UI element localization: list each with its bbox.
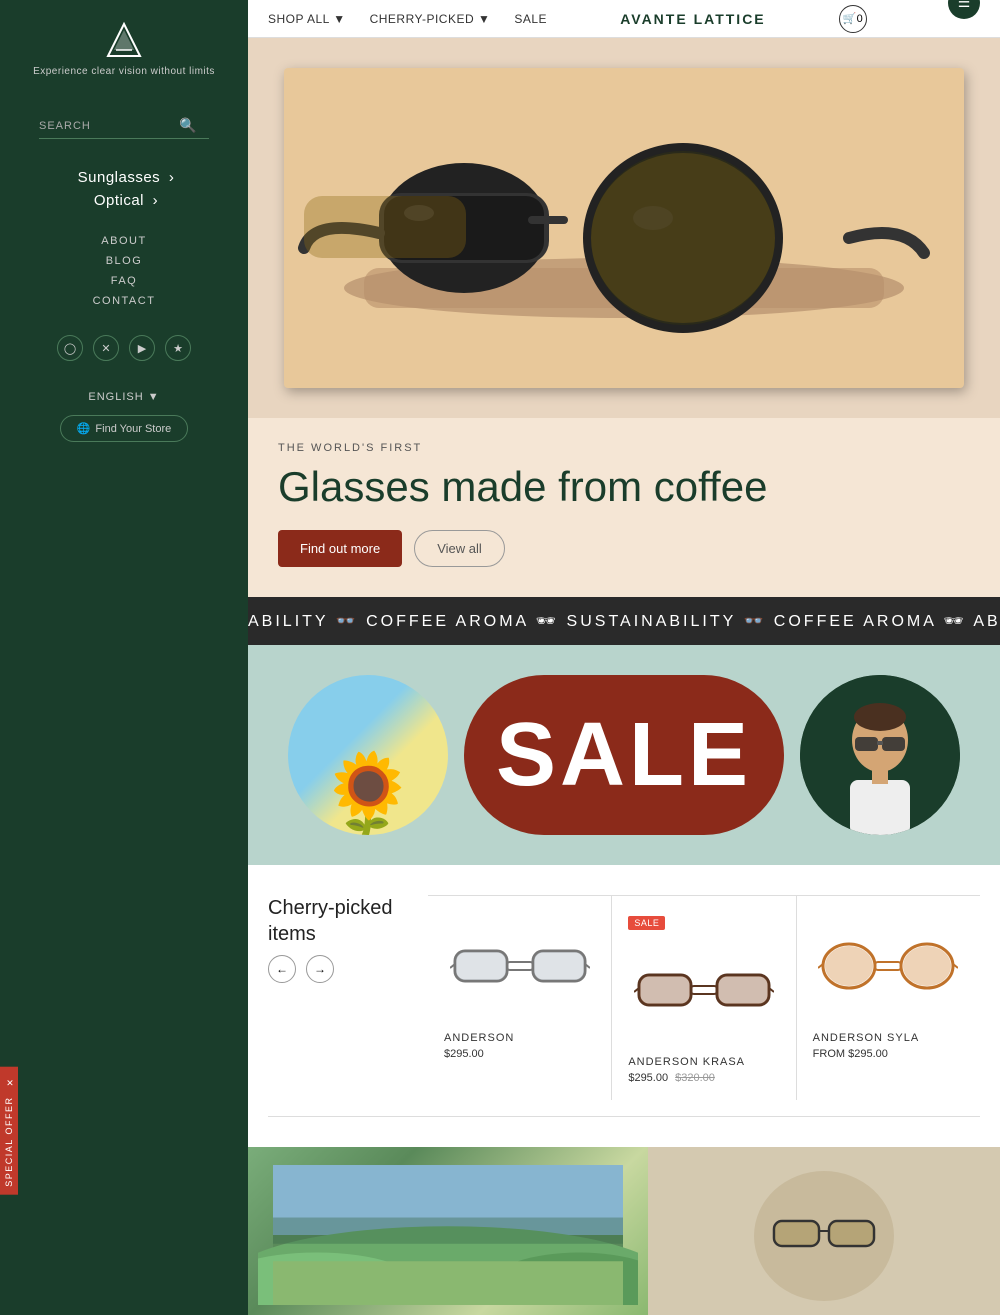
hero-glasses-svg: [284, 68, 964, 388]
hero-title: Glasses made from coffee: [278, 464, 970, 510]
cherry-picked-header: Cherry-picked items ← →: [268, 895, 980, 1117]
instagram-icon[interactable]: ◯: [57, 335, 83, 361]
sale-section: 🌻 SALE: [248, 645, 1000, 865]
product-image-krasa: [628, 940, 779, 1040]
product-detail-image: [648, 1147, 1000, 1315]
hero-text-area: THE WORLD'S FIRST Glasses made from coff…: [248, 418, 1000, 597]
carousel-arrows: ← →: [268, 955, 408, 983]
language-selector[interactable]: ENGLISH ▼: [88, 391, 159, 403]
cherry-picked-section: Cherry-picked items ← →: [248, 865, 1000, 1147]
search-bar[interactable]: 🔍: [39, 117, 209, 139]
optical-link[interactable]: Optical ›: [74, 192, 175, 209]
product-card[interactable]: ANDERSON $295.00: [428, 896, 612, 1100]
category-nav: Sunglasses › Optical ›: [74, 169, 175, 215]
product-name: ANDERSON KRASA: [628, 1056, 779, 1068]
sidebar: Experience clear vision without limits 🔍…: [0, 0, 248, 1315]
close-icon[interactable]: ✕: [4, 1075, 14, 1087]
shop-all-link[interactable]: SHOP ALL ▼: [268, 12, 346, 26]
top-nav-left: SHOP ALL ▼ CHERRY-PICKED ▼ SALE: [268, 12, 547, 26]
sidebar-tagline: Experience clear vision without limits: [33, 66, 215, 77]
special-offer-tab[interactable]: SPECIAL OFFER ✕: [0, 1067, 18, 1195]
hero-subtitle: THE WORLD'S FIRST: [278, 442, 970, 454]
krasa-glasses-svg: [634, 960, 774, 1020]
contact-link[interactable]: CONTACT: [93, 295, 156, 307]
cart-button[interactable]: 🛒0: [839, 5, 867, 33]
view-all-button[interactable]: View all: [414, 530, 505, 567]
nav-links: ABOUT BLOG FAQ CONTACT: [93, 235, 156, 315]
product-card[interactable]: ANDERSON SYLA FROM $295.00: [797, 896, 980, 1100]
logo-icon: [104, 20, 144, 60]
product-name: ANDERSON: [444, 1032, 595, 1044]
prev-arrow-button[interactable]: ←: [268, 955, 296, 983]
product-name: ANDERSON SYLA: [813, 1032, 964, 1044]
landscape-svg: [258, 1165, 638, 1305]
youtube-icon[interactable]: ▶: [129, 335, 155, 361]
brand-name[interactable]: AVANTE LATTICE: [620, 11, 765, 27]
search-input[interactable]: [39, 120, 179, 132]
product-price: $295.00: [444, 1048, 595, 1060]
find-store-button[interactable]: 🌐 Find Your Store: [60, 415, 189, 442]
product-price: FROM $295.00: [813, 1048, 964, 1060]
top-nav-right: 🛒0: [839, 5, 867, 33]
brand-logo[interactable]: Experience clear vision without limits: [33, 20, 215, 107]
main-content: SHOP ALL ▼ CHERRY-PICKED ▼ SALE AVANTE L…: [248, 0, 1000, 1315]
marquee-banner: ABILITY 👓 COFFEE AROMA 🕶 SUSTAINABILITY …: [248, 597, 1000, 645]
product-image-anderson: [444, 916, 595, 1016]
menu-toggle-button[interactable]: ☰: [948, 0, 980, 19]
product-detail-svg: [654, 1151, 994, 1311]
person-avatar-svg: [800, 675, 960, 835]
anderson-glasses-svg: [450, 936, 590, 996]
marquee-text: ABILITY 👓 COFFEE AROMA 🕶 SUSTAINABILITY …: [248, 611, 1000, 631]
faq-link[interactable]: FAQ: [93, 275, 156, 287]
product-price: $295.00 $320.00: [628, 1072, 779, 1084]
sunflower-icon: 🌻: [318, 755, 418, 835]
landscape-image: [248, 1147, 648, 1315]
blog-link[interactable]: BLOG: [93, 255, 156, 267]
cherry-picked-title: Cherry-picked items: [268, 895, 408, 947]
cherry-picked-title-area: Cherry-picked items ← →: [268, 895, 408, 983]
sale-link[interactable]: SALE: [514, 12, 547, 26]
hero-image: [248, 38, 1000, 418]
globe-icon: 🌐: [77, 422, 91, 435]
sunglasses-link[interactable]: Sunglasses ›: [74, 169, 175, 186]
bookmark-icon[interactable]: ★: [165, 335, 191, 361]
cherry-picked-link[interactable]: CHERRY-PICKED ▼: [370, 12, 491, 26]
product-image-syla: [813, 916, 964, 1016]
sale-label: SALE: [496, 704, 752, 807]
syla-glasses-svg: [818, 936, 958, 996]
sale-pill[interactable]: SALE: [464, 675, 784, 835]
product-card[interactable]: SALE ANDERSON KRASA: [612, 896, 796, 1100]
person-circle: [800, 675, 960, 835]
hero-section: THE WORLD'S FIRST Glasses made from coff…: [248, 38, 1000, 597]
products-grid: ANDERSON $295.00 SALE: [428, 895, 980, 1100]
hero-buttons: Find out more View all: [278, 530, 970, 567]
twitter-icon[interactable]: ✕: [93, 335, 119, 361]
about-link[interactable]: ABOUT: [93, 235, 156, 247]
search-icon[interactable]: 🔍: [179, 117, 196, 134]
social-links: ◯ ✕ ▶ ★: [57, 335, 191, 361]
bottom-images: [248, 1147, 1000, 1315]
top-nav: SHOP ALL ▼ CHERRY-PICKED ▼ SALE AVANTE L…: [248, 0, 1000, 38]
find-out-more-button[interactable]: Find out more: [278, 530, 402, 567]
sale-badge: SALE: [628, 916, 665, 930]
next-arrow-button[interactable]: →: [306, 955, 334, 983]
sunflower-circle: 🌻: [288, 675, 448, 835]
